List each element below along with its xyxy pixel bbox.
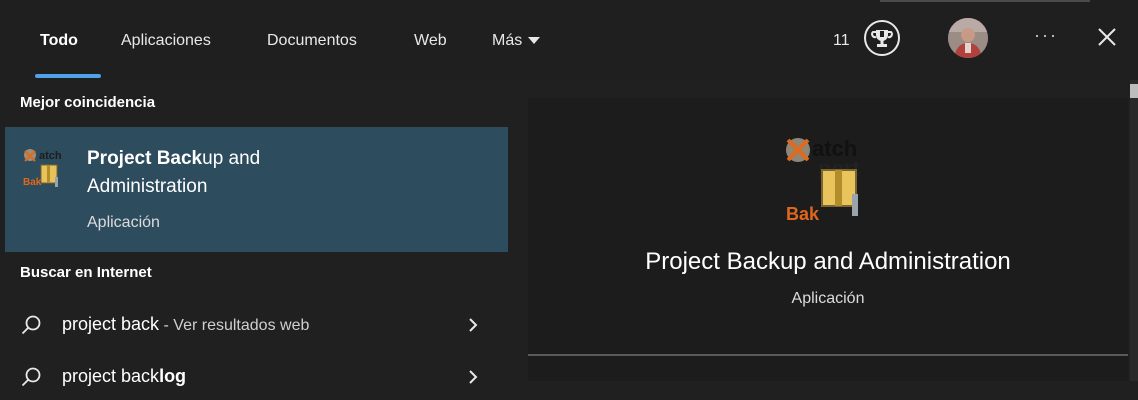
web-search-heading: Buscar en Internet (20, 264, 152, 281)
best-match-type: Aplicación (87, 214, 160, 231)
tab-todo[interactable]: Todo (40, 32, 78, 50)
chevron-right-icon (469, 370, 478, 384)
search-icon (21, 315, 41, 335)
tab-web[interactable]: Web (414, 32, 447, 50)
best-match-title-rest: up and (202, 148, 261, 169)
caret-down-icon (528, 37, 541, 45)
tab-mas[interactable]: Más (492, 32, 541, 50)
rewards-points: 11 (833, 32, 850, 49)
best-match-title-line2: Administration (87, 176, 208, 197)
detail-type: Aplicación (791, 290, 865, 307)
chevron-right-icon (469, 318, 478, 332)
app-icon: atch Bak (21, 147, 69, 193)
best-match-result[interactable]: atch Bak Project Backup and Administrati… (5, 127, 508, 252)
window-top-edge (880, 0, 1090, 2)
web-result-row[interactable]: project back - Ver resultados web (0, 304, 508, 348)
web-result-query: project back (62, 366, 160, 386)
results-list: Mejor coincidencia atch Bak Project Back… (0, 80, 508, 387)
web-result-text: project back - Ver resultados web (62, 314, 309, 335)
avatar-photo (948, 18, 988, 58)
trophy-icon[interactable] (864, 20, 900, 56)
close-icon[interactable] (1094, 24, 1120, 50)
batch-backup-icon: atch Bak (23, 149, 62, 188)
app-icon-caption: Bak (23, 177, 42, 188)
web-result-hint: - Ver resultados web (159, 317, 310, 334)
close-glyph (1098, 28, 1116, 46)
web-result-query-completion: log (159, 366, 187, 386)
detail-app-icon: atch pert Bak (778, 128, 888, 224)
web-result-row[interactable]: project backlog (0, 356, 508, 400)
best-match-title: Project Backup and Administration (87, 145, 260, 201)
trophy-glyph (871, 30, 893, 47)
tab-mas-label: Más (492, 32, 523, 49)
tab-documentos[interactable]: Documentos (267, 32, 357, 50)
batch-backup-icon-large: atch pert Bak (786, 136, 860, 224)
detail-divider (528, 354, 1128, 356)
user-avatar[interactable] (948, 18, 988, 58)
scrollbar-thumb[interactable] (1130, 84, 1138, 98)
svg-text:atch: atch (39, 150, 62, 162)
active-tab-indicator (35, 74, 101, 78)
result-detail-pane: atch pert Bak Project Backup and Adminis… (528, 98, 1128, 381)
more-options-button[interactable]: ··· (1034, 25, 1058, 46)
web-result-query: project back (62, 314, 160, 334)
detail-title: Project Backup and Administration (645, 248, 1011, 275)
tab-aplicaciones[interactable]: Aplicaciones (121, 32, 211, 50)
search-icon (21, 367, 41, 387)
search-header: Todo Aplicaciones Documentos Web Más 11 … (0, 0, 1138, 80)
scrollbar[interactable] (1130, 80, 1138, 381)
best-match-heading: Mejor coincidencia (20, 94, 156, 111)
best-match-title-bold: Project Back (87, 148, 203, 169)
web-result-text: project backlog (62, 366, 186, 387)
detail-icon-caption: Bak (786, 204, 820, 223)
